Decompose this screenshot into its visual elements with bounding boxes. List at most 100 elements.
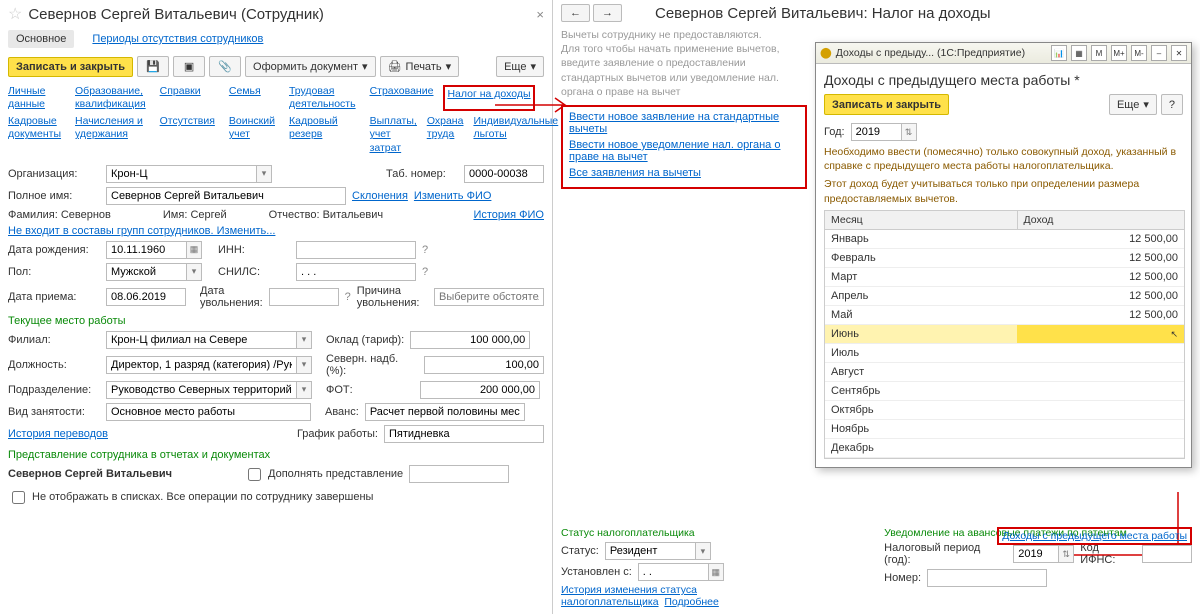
popup-more-button[interactable]: Еще ▾ (1109, 94, 1157, 115)
dob-picker[interactable]: ▦ (186, 241, 202, 259)
set-from-input[interactable] (638, 563, 708, 581)
popup-year-stepper[interactable]: ⇅ (901, 123, 917, 141)
make-document-button[interactable]: Оформить документ ▾ (245, 56, 376, 77)
prev-income-link[interactable]: Доходы с предыдущего места работы (1002, 530, 1187, 542)
popup-btn-calc[interactable]: 📊 (1051, 45, 1067, 61)
income-row[interactable]: Ноябрь (825, 420, 1184, 439)
groups-link[interactable]: Не входит в составы групп сотрудников. И… (8, 225, 275, 237)
more-info-link[interactable]: Подробнее (664, 596, 718, 608)
fire-help-icon[interactable]: ? (345, 291, 351, 303)
dept-input[interactable] (106, 381, 296, 399)
link-military[interactable]: Воинский учет (229, 115, 275, 154)
sex-input[interactable] (106, 263, 186, 281)
income-row[interactable]: Сентябрь (825, 382, 1184, 401)
branch-picker[interactable]: ▾ (296, 331, 312, 349)
org-picker[interactable]: ▾ (256, 165, 272, 183)
status-picker[interactable]: ▾ (695, 542, 711, 560)
employment-input[interactable] (106, 403, 311, 421)
snils-input[interactable] (296, 263, 416, 281)
link-education[interactable]: Образование, квалификация (75, 85, 146, 111)
salary-input[interactable] (410, 331, 530, 349)
append-representation-input[interactable] (409, 465, 509, 483)
link-benefits[interactable]: Индивидуальные льготы (473, 115, 558, 154)
link-income-tax[interactable]: Налог на доходы (443, 85, 534, 111)
link-hr-docs[interactable]: Кадровые документы (8, 115, 61, 154)
action-all-claims[interactable]: Все заявления на вычеты (569, 167, 701, 179)
link-accruals[interactable]: Начисления и удержания (75, 115, 146, 154)
income-row[interactable]: Февраль12 500,00 (825, 249, 1184, 268)
popup-btn-cal[interactable]: ▦ (1071, 45, 1087, 61)
income-row[interactable]: Июль (825, 344, 1184, 363)
position-picker[interactable]: ▾ (296, 356, 312, 374)
tax-period-stepper[interactable]: ⇅ (1058, 545, 1074, 563)
link-payments[interactable]: Выплаты, учет затрат (370, 115, 417, 154)
link-reserve[interactable]: Кадровый резерв (289, 115, 356, 154)
income-row[interactable]: Январь12 500,00 (825, 230, 1184, 249)
action-new-standard[interactable]: Ввести новое заявление на стандартные вы… (569, 111, 779, 135)
history-fio-link[interactable]: История ФИО (473, 209, 544, 221)
tab-absence-periods[interactable]: Периоды отсутствия сотрудников (84, 30, 271, 48)
goto-button[interactable]: ▣ (173, 56, 205, 77)
more-button[interactable]: Еще ▾ (496, 56, 544, 77)
change-fio-link[interactable]: Изменить ФИО (414, 190, 492, 202)
hire-input[interactable] (106, 288, 186, 306)
income-row[interactable]: Март12 500,00 (825, 268, 1184, 287)
tab-main[interactable]: Основное (8, 30, 74, 48)
dob-input[interactable] (106, 241, 186, 259)
save-close-button[interactable]: Записать и закрыть (8, 57, 133, 77)
income-row[interactable]: Октябрь (825, 401, 1184, 420)
fullname-input[interactable] (106, 187, 346, 205)
favorite-star-icon[interactable]: ☆ (8, 4, 22, 24)
sex-picker[interactable]: ▾ (186, 263, 202, 281)
notice-number-input[interactable] (927, 569, 1047, 587)
fire-input[interactable] (269, 288, 339, 306)
declensions-link[interactable]: Склонения (352, 190, 408, 202)
income-row[interactable]: Апрель12 500,00 (825, 287, 1184, 306)
link-family[interactable]: Семья (229, 85, 275, 111)
position-input[interactable] (106, 356, 296, 374)
nav-forward-button[interactable]: → (593, 4, 622, 22)
org-input[interactable] (106, 165, 256, 183)
advance-input[interactable] (365, 403, 525, 421)
link-work[interactable]: Трудовая деятельность (289, 85, 356, 111)
popup-btn-mplus[interactable]: M+ (1111, 45, 1127, 61)
popup-save-close-button[interactable]: Записать и закрыть (824, 94, 949, 115)
save-button[interactable]: 💾 (137, 56, 169, 77)
popup-help-button[interactable]: ? (1161, 94, 1183, 115)
income-row[interactable]: Август (825, 363, 1184, 382)
fire-reason-input[interactable] (434, 288, 544, 306)
link-personal[interactable]: Личные данные (8, 85, 61, 111)
income-row[interactable]: Май12 500,00 (825, 306, 1184, 325)
inn-input[interactable] (296, 241, 416, 259)
ifns-input[interactable] (1142, 545, 1192, 563)
branch-input[interactable] (106, 331, 296, 349)
transfers-history-link[interactable]: История переводов (8, 428, 108, 440)
link-insurance[interactable]: Страхование (370, 85, 434, 111)
popup-btn-close[interactable]: ✕ (1171, 45, 1187, 61)
income-row[interactable]: Декабрь (825, 439, 1184, 458)
link-labor-safety[interactable]: Охрана труда (427, 115, 464, 154)
set-from-picker[interactable]: ▦ (708, 563, 724, 581)
schedule-input[interactable] (384, 425, 544, 443)
link-refs[interactable]: Справки (160, 85, 215, 111)
inn-help-icon[interactable]: ? (422, 244, 428, 256)
print-button[interactable]: 🖨 Печать ▾ (380, 56, 460, 77)
attach-button[interactable]: 📎 (209, 56, 241, 77)
popup-year-input[interactable] (851, 123, 901, 141)
tax-period-input[interactable] (1013, 545, 1058, 563)
link-absences[interactable]: Отсутствия (160, 115, 215, 154)
popup-btn-m[interactable]: M (1091, 45, 1107, 61)
tabno-input[interactable] (464, 165, 544, 183)
fot-input[interactable] (420, 381, 540, 399)
close-icon[interactable]: × (536, 7, 544, 22)
north-input[interactable] (424, 356, 544, 374)
income-row[interactable]: Июнь ↖ (825, 325, 1184, 344)
snils-help-icon[interactable]: ? (422, 266, 428, 278)
hide-in-lists-checkbox[interactable]: Не отображать в списках. Все операции по… (8, 488, 373, 507)
append-representation-checkbox[interactable]: Дополнять представление (244, 465, 403, 484)
action-new-notice[interactable]: Ввести новое уведомление нал. органа о п… (569, 139, 780, 163)
dept-picker[interactable]: ▾ (296, 381, 312, 399)
popup-btn-min[interactable]: – (1151, 45, 1167, 61)
status-input[interactable] (605, 542, 695, 560)
nav-back-button[interactable]: ← (561, 4, 590, 22)
